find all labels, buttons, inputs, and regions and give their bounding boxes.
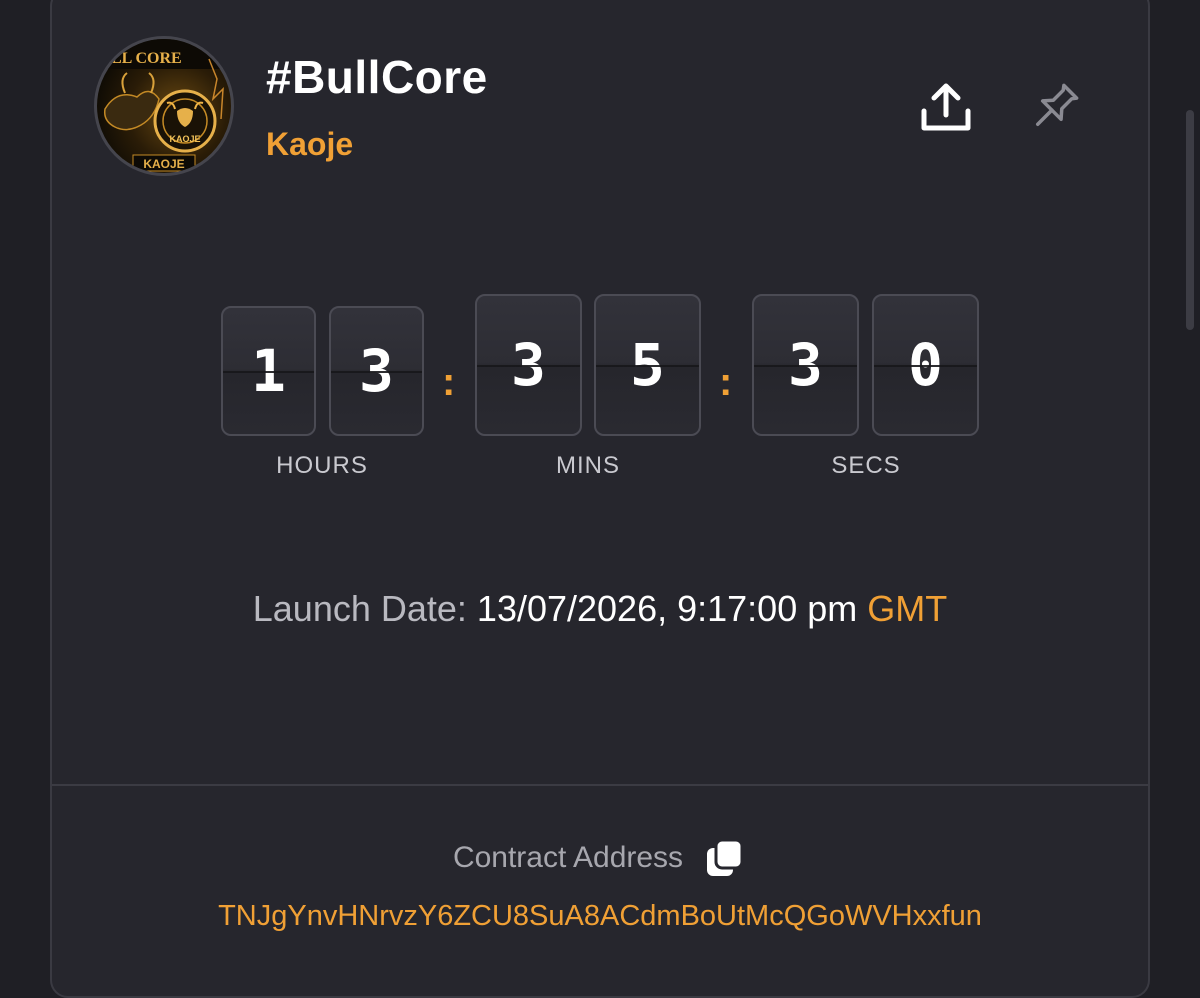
countdown-separator: : bbox=[442, 360, 456, 404]
share-button[interactable] bbox=[914, 76, 978, 140]
contract-address[interactable]: TNJgYnvHNrvzY6ZCU8SuA8ACdmBoUtMcQGoWVHxx… bbox=[0, 900, 1200, 933]
countdown-mins-digit-2: 5 bbox=[594, 294, 701, 436]
countdown-secs-label: SECS bbox=[831, 452, 901, 479]
pin-button[interactable] bbox=[1022, 76, 1086, 140]
countdown-mins-label: MINS bbox=[556, 452, 620, 479]
copy-icon bbox=[707, 838, 744, 876]
scrollbar[interactable] bbox=[1178, 0, 1200, 980]
pin-icon bbox=[1035, 83, 1079, 127]
share-upload-icon bbox=[921, 83, 971, 131]
contract-header: Contract Address bbox=[0, 836, 1200, 880]
launch-date-label: Launch Date: bbox=[252, 588, 467, 629]
countdown-secs-digit-2: 0 bbox=[872, 294, 979, 436]
countdown-hours-digit-1: 1 bbox=[221, 306, 316, 436]
countdown-hours-label: HOURS bbox=[276, 452, 368, 479]
launch-date: Launch Date: 13/07/2026, 9:17:00 pm GMT bbox=[0, 588, 1200, 630]
scrollbar-thumb[interactable] bbox=[1186, 110, 1194, 330]
avatar-coin-text: KAOJE bbox=[169, 134, 200, 144]
section-divider bbox=[52, 784, 1148, 786]
creator-link[interactable]: Kaoje bbox=[266, 126, 353, 163]
launch-date-value: 13/07/2026, 9:17:00 pm bbox=[476, 588, 858, 629]
token-avatar: LL CORE KAOJE KAOJE bbox=[94, 36, 234, 176]
countdown-hours-digit-2: 3 bbox=[329, 306, 424, 436]
countdown-secs-digit-1: 3 bbox=[752, 294, 859, 436]
countdown-mins-digit-1: 3 bbox=[475, 294, 582, 436]
launch-date-timezone: GMT bbox=[867, 588, 948, 629]
bull-logo-icon: LL CORE KAOJE KAOJE bbox=[97, 39, 231, 172]
avatar-banner-text: LL CORE bbox=[111, 50, 182, 67]
avatar-footer-text: KAOJE bbox=[143, 157, 184, 171]
countdown-separator: : bbox=[719, 360, 733, 404]
token-name: #BullCore bbox=[266, 51, 488, 103]
contract-address-label: Contract Address bbox=[452, 841, 684, 874]
copy-address-button[interactable] bbox=[703, 836, 747, 880]
